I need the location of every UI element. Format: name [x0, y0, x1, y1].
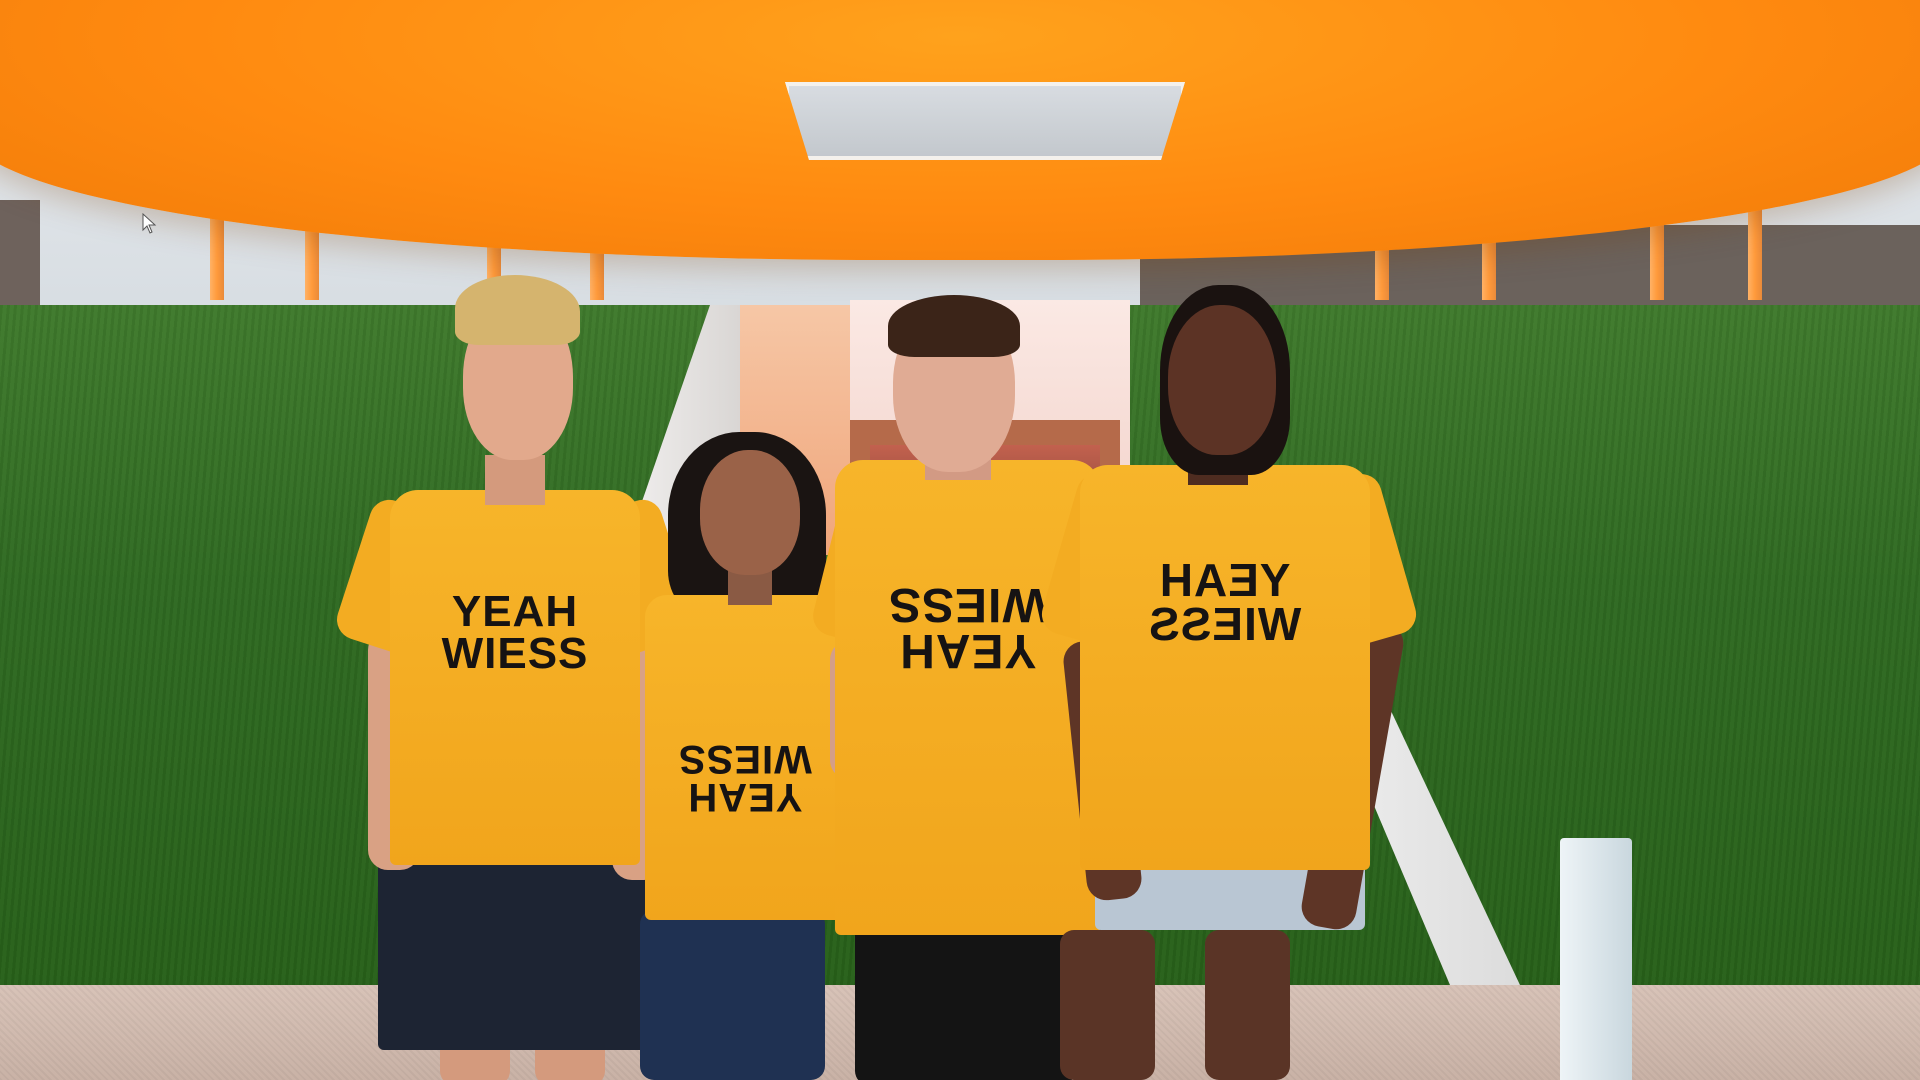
- shirt-print-line: WIESS: [887, 578, 1048, 632]
- face: [700, 450, 800, 575]
- shirt-print: YEAH WIESS: [887, 578, 1048, 678]
- shirt-print-line: YEAH: [1159, 553, 1291, 606]
- shirt-yeah-wiess: YEAH WIESS: [645, 595, 845, 920]
- jeans: [640, 910, 825, 1080]
- navy-shorts: [378, 840, 653, 1050]
- leg: [1060, 930, 1155, 1080]
- shirt-print: YEAH WIESS: [1148, 553, 1302, 650]
- shirt-print-line: WIESS: [441, 628, 589, 678]
- shirt-print-line: WIESS: [678, 736, 812, 781]
- shirt-print-line: YEAH: [898, 624, 1037, 678]
- dark-hair: [888, 295, 1020, 357]
- photo-scene: YEAH WIESS YEAH WIESS YEAH WIESS YEAH WI…: [0, 0, 1920, 1080]
- canopy-skylight: [785, 82, 1185, 160]
- shirt-print: YEAH WIESS: [678, 736, 812, 819]
- face: [1168, 305, 1276, 455]
- shirt-print-line: YEAH: [451, 586, 579, 636]
- shirt-yeah-wiess: YEAH WIESS: [390, 490, 640, 865]
- shirt-print-line: YEAH: [687, 774, 803, 819]
- shirt-yeah-wiess: YEAH WIESS: [835, 460, 1100, 935]
- shirt-yeah-wiess: YEAH WIESS: [1080, 465, 1370, 870]
- shirt-print-line: WIESS: [1148, 597, 1302, 650]
- leg: [1205, 930, 1290, 1080]
- blond-hair: [455, 275, 580, 345]
- white-post: [1560, 838, 1632, 1080]
- background-wall-left: [0, 200, 40, 310]
- neck: [485, 455, 545, 505]
- shirt-print: YEAH WIESS: [441, 586, 589, 678]
